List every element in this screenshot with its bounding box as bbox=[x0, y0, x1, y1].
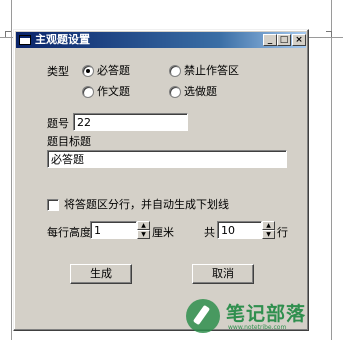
radio-essay-label[interactable]: 作文题 bbox=[97, 85, 130, 98]
radio-required-label[interactable]: 必答题 bbox=[97, 64, 130, 77]
corner-mark-right bbox=[326, 31, 332, 37]
radio-required[interactable] bbox=[82, 65, 94, 77]
row-height-input[interactable] bbox=[90, 221, 137, 239]
title-bar[interactable]: 主观题设置 _ □ × bbox=[16, 32, 306, 48]
minimize-button[interactable]: _ bbox=[263, 34, 277, 46]
question-settings-dialog: 主观题设置 _ □ × 类型 必答题 禁止作答区 作文题 选做题 题号 题目标题… bbox=[13, 29, 309, 331]
question-title-label: 题目标题 bbox=[47, 135, 91, 148]
window-title: 主观题设置 bbox=[35, 33, 90, 46]
split-answer-checkbox[interactable] bbox=[47, 199, 59, 211]
radio-optional-label[interactable]: 选做题 bbox=[184, 85, 217, 98]
row-height-unit: 厘米 bbox=[152, 226, 174, 239]
row-height-label: 每行高度 bbox=[47, 226, 91, 239]
question-number-input[interactable] bbox=[73, 113, 188, 131]
radio-optional[interactable] bbox=[169, 86, 181, 98]
watermark-url: www.notetribe.com bbox=[228, 324, 287, 331]
question-title-input[interactable] bbox=[47, 150, 287, 168]
radio-forbidden-area-label[interactable]: 禁止作答区 bbox=[184, 64, 239, 77]
generate-button[interactable]: 生成 bbox=[70, 264, 132, 284]
radio-forbidden-area[interactable] bbox=[169, 65, 181, 77]
page-guide-right bbox=[331, 0, 332, 340]
total-rows-spinner[interactable]: ▲ ▼ bbox=[262, 221, 275, 239]
split-answer-label[interactable]: 将答题区分行，并自动生成下划线 bbox=[64, 198, 229, 211]
total-rows-unit: 行 bbox=[277, 226, 288, 239]
watermark-title: 笔记部落 bbox=[226, 303, 307, 325]
maximize-button[interactable]: □ bbox=[277, 34, 291, 46]
total-rows-up-icon[interactable]: ▲ bbox=[262, 221, 275, 230]
cancel-button[interactable]: 取消 bbox=[192, 264, 254, 284]
row-height-up-icon[interactable]: ▲ bbox=[137, 221, 150, 230]
radio-essay[interactable] bbox=[82, 86, 94, 98]
corner-mark-left bbox=[5, 31, 11, 37]
row-height-down-icon[interactable]: ▼ bbox=[137, 230, 150, 239]
type-label: 类型 bbox=[47, 65, 69, 78]
total-rows-down-icon[interactable]: ▼ bbox=[262, 230, 275, 239]
question-number-label: 题号 bbox=[47, 117, 69, 130]
page-guide-left bbox=[11, 0, 12, 340]
total-rows-label: 共 bbox=[204, 226, 215, 239]
close-button[interactable]: × bbox=[292, 34, 306, 46]
window-icon bbox=[19, 35, 31, 45]
total-rows-input[interactable] bbox=[217, 221, 262, 239]
row-height-spinner[interactable]: ▲ ▼ bbox=[137, 221, 150, 239]
